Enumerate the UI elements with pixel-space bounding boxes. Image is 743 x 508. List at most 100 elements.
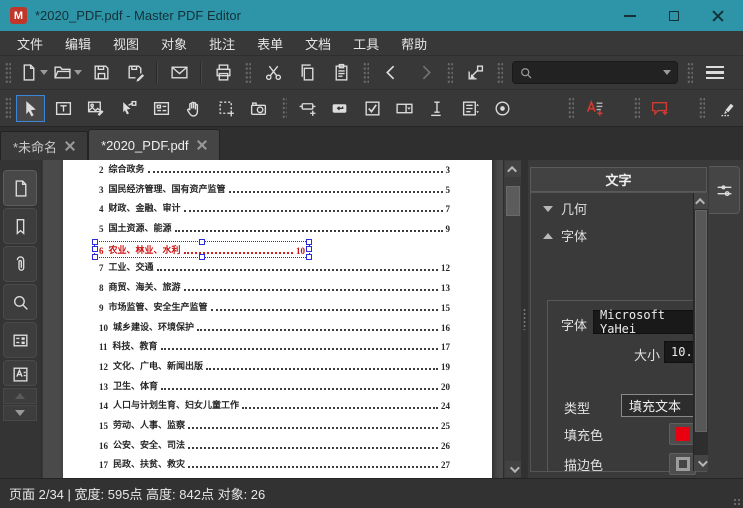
email-button[interactable] (162, 59, 196, 86)
toc-row[interactable]: 14 人口与计划生育、妇女儿童工作 24 (99, 394, 450, 414)
menu-item-5[interactable]: 表单 (246, 32, 294, 55)
new-document-button[interactable] (16, 59, 50, 86)
add-radio-button[interactable] (488, 95, 518, 122)
search-input[interactable] (512, 61, 678, 84)
menu-item-6[interactable]: 文档 (294, 32, 342, 55)
edit-image-tool-button[interactable] (81, 95, 111, 122)
scroll-down-button[interactable] (505, 461, 521, 477)
bookmarks-panel-button[interactable] (3, 208, 37, 244)
toolbar-grip[interactable] (447, 61, 453, 84)
selection-handle[interactable] (306, 238, 312, 245)
scrollbar-thumb[interactable] (695, 210, 707, 432)
search-panel-button[interactable] (3, 284, 37, 320)
menu-item-2[interactable]: 视图 (102, 32, 150, 55)
scroll-down-button[interactable] (694, 455, 708, 471)
toolbar-grip[interactable] (5, 61, 11, 84)
minimize-button[interactable] (615, 4, 645, 28)
toolbar-grip[interactable] (363, 61, 369, 84)
selection-handle[interactable] (92, 253, 98, 260)
toc-row[interactable]: 2 综合政务 3 (99, 160, 450, 178)
toolbar-grip[interactable] (245, 61, 251, 84)
form-fields-panel-button[interactable] (3, 322, 37, 358)
toc-row[interactable]: 13 卫生、体育 20 (99, 375, 450, 395)
add-checkbox-button[interactable] (358, 95, 388, 122)
add-listbox-button[interactable] (455, 95, 485, 122)
scroll-up-button[interactable] (694, 193, 708, 209)
font-name-field[interactable]: Microsoft YaHei (593, 308, 696, 336)
add-button-field-button[interactable] (325, 95, 355, 122)
toc-row[interactable]: 8 商贸、海关、旅游 13 (99, 276, 450, 296)
edit-text-tool-button[interactable] (48, 95, 78, 122)
tab-close-icon[interactable] (197, 140, 207, 150)
panel-splitter[interactable] (521, 160, 528, 478)
selection-handle[interactable] (92, 246, 98, 253)
sidebar-scroll-down-button[interactable] (3, 405, 37, 421)
toc-row[interactable]: 4 财政、金融、审计 7 (99, 197, 450, 217)
menu-item-1[interactable]: 编辑 (54, 32, 102, 55)
section-geometry[interactable]: 几何 (531, 193, 706, 220)
copy-button[interactable] (290, 59, 324, 86)
chevron-down-icon[interactable] (663, 70, 671, 75)
edit-path-tool-button[interactable] (114, 95, 144, 122)
toolbar-grip[interactable] (5, 97, 11, 119)
print-button[interactable] (206, 59, 240, 86)
selected-text-object[interactable]: 6 农业、林业、水利 10 (92, 238, 312, 260)
attachments-panel-button[interactable] (3, 246, 37, 282)
overflow-menu-button[interactable] (698, 59, 732, 86)
fit-page-button[interactable] (458, 59, 492, 86)
hand-tool-button[interactable] (179, 95, 209, 122)
menu-item-0[interactable]: 文件 (6, 32, 54, 55)
close-button[interactable] (703, 4, 733, 28)
toolbar-grip[interactable] (497, 61, 503, 84)
panel-toggle-tab[interactable] (709, 166, 740, 214)
selection-handle[interactable] (199, 238, 205, 245)
toolbar-grip[interactable] (699, 97, 706, 119)
crop-tool-button[interactable] (211, 95, 241, 122)
fill-color-button[interactable] (669, 423, 696, 445)
scroll-up-button[interactable] (505, 161, 521, 177)
add-combobox-button[interactable] (390, 95, 420, 122)
toc-row[interactable]: 17 民政、扶贫、救灾 27 (99, 453, 450, 473)
toolbar-grip[interactable] (687, 61, 693, 84)
pdf-page[interactable]: 2 综合政务 3 3 国民经济管理、国有资产监管 5 4 财政、金融、审计 7 5 国土资源、能源 9… (63, 160, 492, 478)
edit-form-tool-button[interactable] (146, 95, 176, 122)
menu-item-3[interactable]: 对象 (150, 32, 198, 55)
panel-scrollbar[interactable] (693, 193, 708, 471)
menu-item-7[interactable]: 工具 (342, 32, 390, 55)
marker-tool-button[interactable] (710, 95, 740, 122)
toc-row[interactable]: 15 劳动、人事、监察 25 (99, 414, 450, 434)
forward-button[interactable] (408, 59, 442, 86)
cut-button[interactable] (256, 59, 290, 86)
toolbar-grip[interactable] (281, 97, 288, 119)
toc-row[interactable]: 3 国民经济管理、国有资产监管 5 (99, 178, 450, 198)
tab-close-icon[interactable] (65, 141, 75, 151)
selection-handle[interactable] (306, 246, 312, 253)
toc-row[interactable]: 11 科技、教育 17 (99, 335, 450, 355)
add-text-cursor-button[interactable] (423, 95, 453, 122)
sticky-note-tool-button[interactable] (645, 95, 675, 122)
toc-row[interactable]: 12 文化、广电、新闻出版 19 (99, 355, 450, 375)
save-as-button[interactable] (118, 59, 152, 86)
open-file-button[interactable] (50, 59, 84, 86)
pages-panel-button[interactable] (3, 170, 37, 206)
resize-grip[interactable] (733, 498, 741, 506)
tab-2020-pdf[interactable]: *2020_PDF.pdf (88, 129, 220, 160)
toc-row[interactable]: 16 公安、安全、司法 26 (99, 434, 450, 454)
toc-row[interactable]: 7 工业、交通 12 (99, 256, 450, 276)
sidebar-scroll-up-button[interactable] (3, 388, 37, 404)
snapshot-tool-button[interactable] (244, 95, 274, 122)
paste-button[interactable] (324, 59, 358, 86)
select-tool-button[interactable] (15, 94, 46, 122)
properties-panel-button[interactable] (3, 360, 37, 386)
toolbar-grip[interactable] (633, 97, 640, 119)
add-text-field-button[interactable] (292, 95, 322, 122)
toc-row[interactable]: 5 国土资源、能源 9 (99, 217, 450, 237)
back-button[interactable] (374, 59, 408, 86)
document-scrollbar[interactable] (503, 160, 521, 478)
document-viewport[interactable]: 2 综合政务 3 3 国民经济管理、国有资产监管 5 4 财政、金融、审计 7 5 国土资源、能源 9… (43, 160, 503, 478)
toolbar-grip[interactable] (568, 97, 575, 119)
save-button[interactable] (84, 59, 118, 86)
highlight-text-tool-button[interactable] (579, 95, 609, 122)
menu-item-4[interactable]: 批注 (198, 32, 246, 55)
tab-untitled[interactable]: *未命名 (0, 131, 89, 160)
